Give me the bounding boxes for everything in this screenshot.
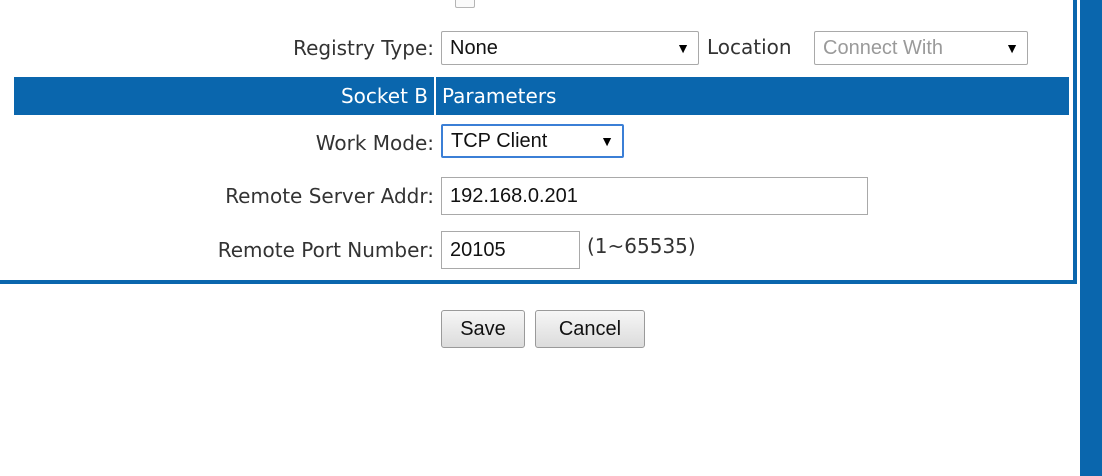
location-label: Location (707, 35, 792, 59)
registry-type-select[interactable]: None ▼ (441, 31, 699, 65)
dropdown-caret-icon: ▼ (1005, 40, 1019, 56)
dropdown-caret-icon: ▼ (600, 133, 614, 149)
remote-port-value: 20105 (450, 239, 506, 261)
location-value: Connect With (823, 37, 944, 59)
section-header-right: Parameters (442, 84, 557, 108)
cancel-button[interactable]: Cancel (535, 310, 645, 348)
remote-port-range-hint: (1~65535) (587, 234, 696, 258)
registry-type-label: Registry Type: (293, 36, 434, 60)
right-scroll-bar (1080, 0, 1102, 476)
remote-server-input[interactable]: 192.168.0.201 (441, 177, 868, 215)
work-mode-select[interactable]: TCP Client ▼ (441, 124, 624, 158)
work-mode-label: Work Mode: (315, 131, 434, 155)
work-mode-label-cell: Work Mode: (0, 123, 434, 163)
remote-port-input[interactable]: 20105 (441, 231, 580, 269)
settings-panel: Registry Type: None ▼ Location Connect W… (0, 0, 1077, 284)
save-button[interactable]: Save (441, 310, 525, 348)
remote-port-label-cell: Remote Port Number: (0, 230, 434, 270)
dropdown-caret-icon: ▼ (676, 40, 690, 56)
checkbox-icon[interactable] (455, 0, 475, 8)
remote-port-label: Remote Port Number: (217, 238, 434, 262)
location-select[interactable]: Connect With ▼ (814, 31, 1028, 65)
work-mode-row: Work Mode: TCP Client ▼ (0, 123, 1073, 163)
remote-server-label: Remote Server Addr: (225, 184, 434, 208)
remote-server-value: 192.168.0.201 (450, 185, 578, 207)
remote-server-label-cell: Remote Server Addr: (0, 176, 434, 216)
socket-b-section-header: Socket B Parameters (14, 77, 1069, 115)
section-header-left: Socket B (14, 77, 436, 115)
section-header-left-text: Socket B (340, 84, 428, 108)
work-mode-value: TCP Client (451, 130, 548, 152)
remote-server-row: Remote Server Addr: 192.168.0.201 (0, 176, 1073, 216)
remote-port-row: Remote Port Number: 20105 (1~65535) (0, 230, 1073, 270)
registry-type-label-cell: Registry Type: (0, 28, 434, 68)
registry-type-value: None (450, 37, 498, 59)
registry-type-row: Registry Type: None ▼ Location Connect W… (0, 28, 1073, 68)
